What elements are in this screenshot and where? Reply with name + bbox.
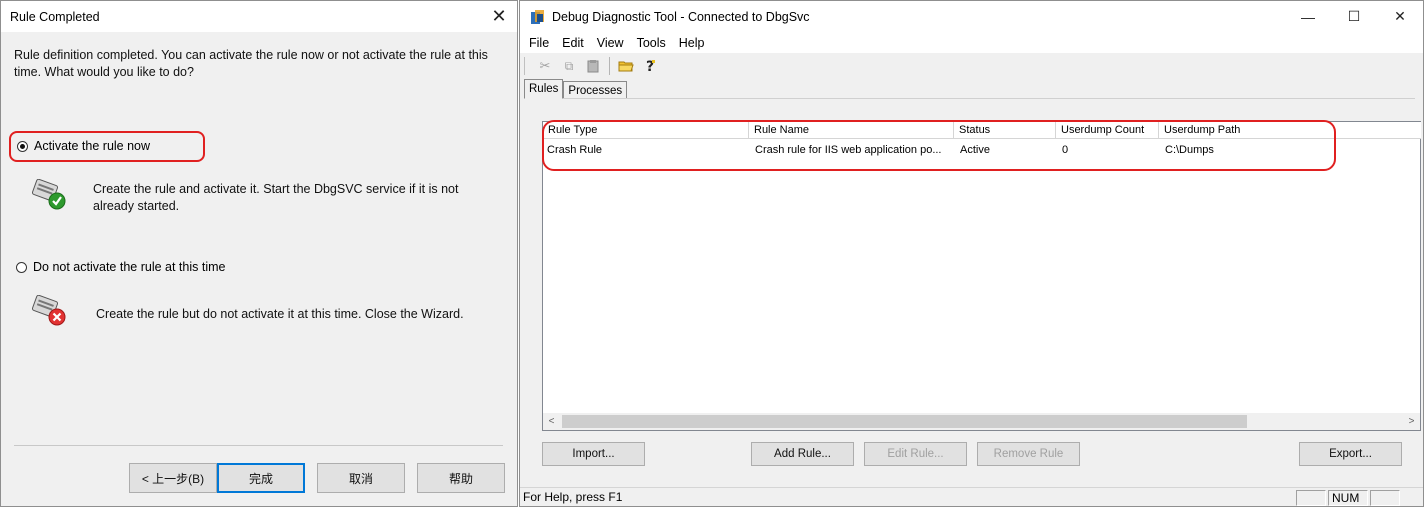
cut-icon[interactable]: ✂ <box>534 56 556 76</box>
tab-processes[interactable]: Processes <box>563 81 628 99</box>
status-num-indicator: NUM <box>1328 490 1368 506</box>
status-pane-empty <box>1296 490 1326 506</box>
menu-edit[interactable]: Edit <box>561 36 590 50</box>
activate-rule-icon <box>31 179 66 210</box>
toolbar-separator <box>609 57 610 75</box>
app-title: Debug Diagnostic Tool - Connected to Dbg… <box>552 9 810 24</box>
open-folder-icon[interactable] <box>615 56 637 76</box>
dialog-intro-text: Rule definition completed. You can activ… <box>14 48 488 79</box>
scroll-left-arrow[interactable]: < <box>543 413 560 430</box>
menu-view[interactable]: View <box>596 36 630 50</box>
toolbar: ✂ ⧉ ? <box>524 54 661 78</box>
close-button[interactable]: ✕ <box>1377 1 1423 32</box>
menu-file[interactable]: File <box>528 36 555 50</box>
window-controls: — ☐ ✕ <box>1285 1 1423 32</box>
tab-rules[interactable]: Rules <box>524 79 564 99</box>
rules-row-highlight <box>542 120 1336 171</box>
do-not-activate-radio-option[interactable]: Do not activate the rule at this time <box>16 260 225 274</box>
export-button[interactable]: Export... <box>1299 442 1402 466</box>
help-button[interactable]: 帮助 <box>417 463 505 493</box>
scroll-right-arrow[interactable]: > <box>1403 413 1420 430</box>
status-help-text: For Help, press F1 <box>523 490 623 504</box>
cancel-button[interactable]: 取消 <box>317 463 405 493</box>
finish-button[interactable]: 完成 <box>217 463 305 493</box>
copy-icon[interactable]: ⧉ <box>558 56 580 76</box>
menu-bar: File Edit View Tools Help <box>520 32 1423 53</box>
app-titlebar: Debug Diagnostic Tool - Connected to Dbg… <box>520 1 1423 32</box>
activate-now-radio[interactable] <box>17 140 28 152</box>
remove-rule-button[interactable]: Remove Rule <box>977 442 1080 466</box>
status-bar: For Help, press F1 NUM <box>520 487 1423 506</box>
horizontal-scrollbar[interactable]: < > <box>543 413 1420 430</box>
import-button[interactable]: Import... <box>542 442 645 466</box>
activate-now-description: Create the rule and activate it. Start t… <box>93 182 459 213</box>
dialog-title: Rule Completed <box>10 9 100 24</box>
do-not-activate-rule-icon <box>31 295 66 326</box>
status-pane-scroll <box>1370 490 1400 506</box>
edit-rule-button[interactable]: Edit Rule... <box>864 442 967 466</box>
debugdiag-app-icon <box>531 9 544 24</box>
activate-now-radio-option[interactable]: Activate the rule now <box>17 139 150 153</box>
do-not-activate-label[interactable]: Do not activate the rule at this time <box>33 260 225 274</box>
menu-tools[interactable]: Tools <box>636 36 672 50</box>
rule-completed-dialog: Rule Completed ✕ Rule definition complet… <box>0 0 518 507</box>
help-icon[interactable]: ? <box>639 56 661 76</box>
paste-icon[interactable] <box>582 56 604 76</box>
add-rule-button[interactable]: Add Rule... <box>751 442 854 466</box>
dialog-close-button[interactable]: ✕ <box>487 4 511 28</box>
maximize-button[interactable]: ☐ <box>1331 1 1377 32</box>
menu-help[interactable]: Help <box>678 36 711 50</box>
do-not-activate-radio[interactable] <box>16 261 27 273</box>
debug-diagnostic-window: Debug Diagnostic Tool - Connected to Dbg… <box>519 0 1424 507</box>
tab-strip: Rules Processes <box>524 79 628 99</box>
do-not-activate-description: Create the rule but do not activate it a… <box>96 307 464 321</box>
minimize-button[interactable]: — <box>1285 1 1331 32</box>
dialog-titlebar: Rule Completed ✕ <box>1 1 517 32</box>
scrollbar-thumb[interactable] <box>562 415 1247 428</box>
back-button[interactable]: < 上一步(B) <box>129 463 217 493</box>
toolbar-grip <box>524 57 526 75</box>
activate-now-label[interactable]: Activate the rule now <box>34 139 150 153</box>
dialog-separator <box>14 445 503 446</box>
